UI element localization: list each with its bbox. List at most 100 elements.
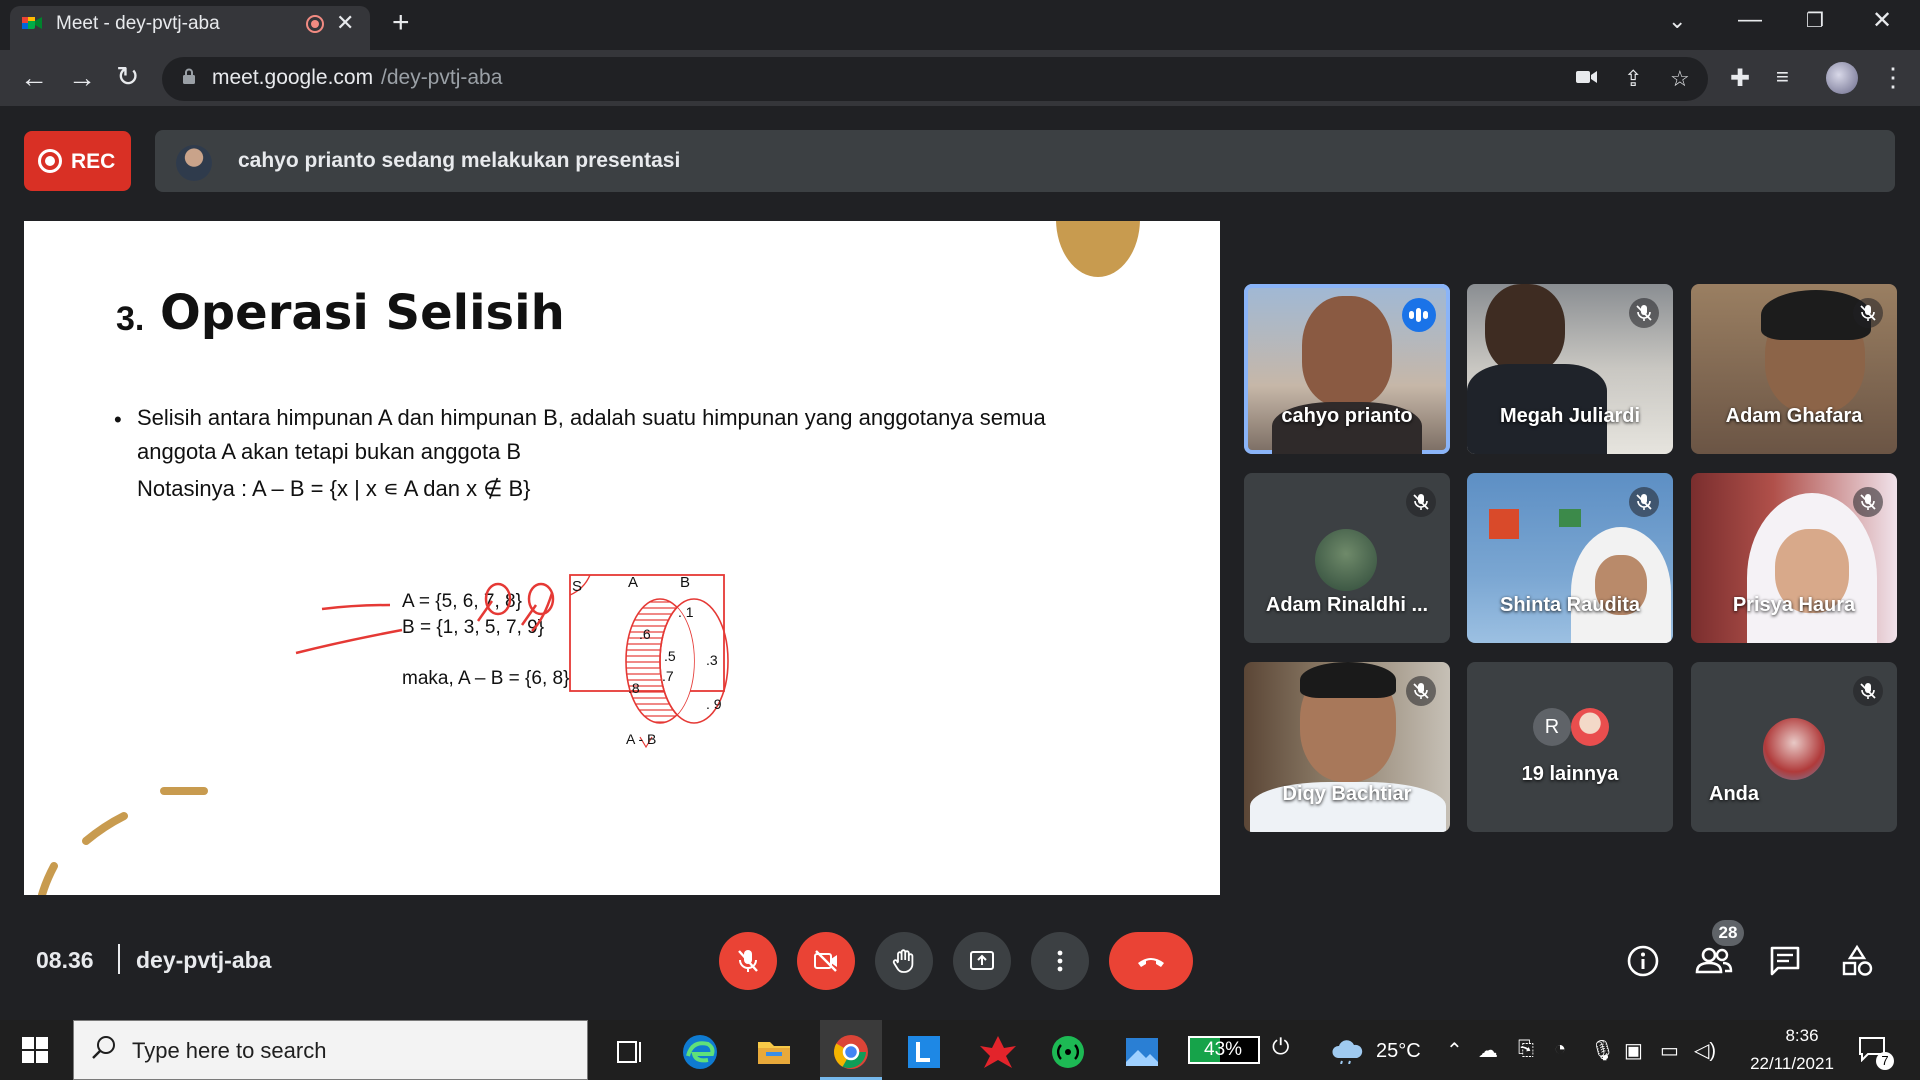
- windows-start-icon[interactable]: [22, 1037, 48, 1068]
- notification-count-badge: 7: [1876, 1052, 1894, 1070]
- venn-element: .8: [628, 680, 640, 696]
- info-icon: [1627, 945, 1659, 977]
- extensions-puzzle-icon[interactable]: ✚: [1730, 64, 1750, 93]
- venn-element: .6: [639, 626, 651, 642]
- tab-title: Meet - dey-pvtj-aba: [56, 13, 220, 34]
- chat-icon: [1770, 946, 1800, 976]
- camera-toggle-button[interactable]: [797, 932, 855, 990]
- weather-cloud-icon[interactable]: [1330, 1036, 1364, 1069]
- battery-percentage: 43%: [1204, 1039, 1243, 1060]
- bookmark-star-icon[interactable]: ☆: [1670, 66, 1690, 92]
- browser-menu-icon[interactable]: ⋮: [1880, 62, 1906, 93]
- participant-tile[interactable]: Shinta Raudita: [1467, 473, 1673, 643]
- more-options-button[interactable]: [1031, 932, 1089, 990]
- presentation-banner-text: cahyo prianto sedang melakukan presentas…: [238, 149, 681, 172]
- system-clock-time[interactable]: 8:36: [1762, 1026, 1842, 1046]
- forward-arrow-icon[interactable]: →: [68, 62, 96, 94]
- recording-indicator-icon: [306, 15, 324, 33]
- participant-tile[interactable]: Adam Ghafara: [1691, 284, 1897, 454]
- activities-button[interactable]: [1840, 944, 1874, 983]
- battery-tray-icon[interactable]: ▭: [1660, 1038, 1679, 1063]
- record-icon: [38, 149, 62, 173]
- meeting-details-button[interactable]: [1626, 944, 1660, 983]
- window-restore-icon[interactable]: ❐: [1806, 8, 1824, 33]
- self-tile[interactable]: Anda: [1691, 662, 1897, 832]
- green-app-icon[interactable]: [1046, 1030, 1090, 1074]
- meeting-code: dey-pvtj-aba: [136, 947, 272, 973]
- photos-icon[interactable]: [1120, 1030, 1164, 1074]
- display-icon[interactable]: ▣: [1624, 1038, 1643, 1063]
- participant-video: [1300, 662, 1396, 698]
- participant-name: Shinta Raudita: [1499, 594, 1640, 616]
- muted-mic-icon: [1853, 298, 1883, 328]
- red-app-icon[interactable]: [976, 1030, 1020, 1074]
- venn-difference-label: A - B: [626, 731, 656, 747]
- chrome-icon[interactable]: [829, 1030, 873, 1074]
- participant-tile[interactable]: Megah Juliardi: [1467, 284, 1673, 454]
- task-view-icon[interactable]: [608, 1030, 652, 1074]
- share-icon[interactable]: ⇪: [1624, 66, 1642, 92]
- annotation-stroke: [520, 604, 538, 626]
- window-close-icon[interactable]: ✕: [1872, 6, 1892, 35]
- participant-name: Anda: [1709, 783, 1759, 805]
- chat-button[interactable]: [1768, 944, 1802, 983]
- venn-set-a-label: A: [628, 574, 638, 591]
- participant-video: [1489, 509, 1519, 539]
- back-arrow-icon[interactable]: ←: [20, 62, 48, 94]
- reload-icon[interactable]: ↻: [116, 60, 139, 93]
- present-now-button[interactable]: [953, 932, 1011, 990]
- leave-call-button[interactable]: [1109, 932, 1193, 990]
- raise-hand-button[interactable]: [875, 932, 933, 990]
- participant-name: Megah Juliardi: [1499, 405, 1641, 427]
- more-participants-tile[interactable]: R 19 lainnya: [1467, 662, 1673, 832]
- muted-mic-icon: [1406, 487, 1436, 517]
- tab-search-icon[interactable]: ⌄: [1668, 8, 1686, 34]
- annotation-stroke: [321, 603, 391, 611]
- wifi-icon[interactable]: ◔: [1554, 1038, 1566, 1061]
- slide-decoration-dash: [82, 812, 128, 845]
- media-control-icon[interactable]: ≡: [1776, 64, 1789, 90]
- meet-now-icon[interactable]: ⎘: [1518, 1038, 1534, 1061]
- muted-mic-icon: [1853, 676, 1883, 706]
- participant-tile[interactable]: Diqy Bachtiar: [1244, 662, 1450, 832]
- venn-element: . 9: [706, 696, 722, 712]
- venn-element: . 1: [678, 604, 694, 620]
- presenter-avatar: [176, 145, 212, 181]
- presentation-slide: 3. Operasi Selisih • Selisih antara himp…: [24, 221, 1220, 895]
- meeting-clock: 08.36: [36, 947, 94, 973]
- participant-tile[interactable]: cahyo prianto: [1244, 284, 1450, 454]
- slide-decoration-dash: [38, 862, 58, 895]
- people-button[interactable]: [1695, 944, 1733, 983]
- participant-name: cahyo prianto: [1281, 405, 1413, 427]
- microphone-toggle-button[interactable]: [719, 932, 777, 990]
- tab-close-icon[interactable]: ✕: [336, 10, 354, 36]
- url-path: /dey-pvtj-aba: [381, 66, 503, 89]
- participant-tile[interactable]: Prisya Haura: [1691, 473, 1897, 643]
- tray-overflow-chevron-icon[interactable]: ⌃: [1446, 1038, 1463, 1063]
- system-clock-date[interactable]: 22/11/2021: [1734, 1054, 1850, 1074]
- participant-name: Adam Ghafara: [1725, 405, 1863, 427]
- camera-permission-icon[interactable]: [1576, 66, 1598, 92]
- participant-avatar: [1571, 708, 1609, 746]
- profile-avatar[interactable]: [1826, 62, 1858, 94]
- weather-temperature[interactable]: 25°C: [1376, 1040, 1421, 1063]
- annotation-circle: [484, 582, 512, 616]
- onedrive-cloud-icon[interactable]: ☁: [1478, 1038, 1498, 1063]
- volume-icon[interactable]: ◁): [1694, 1038, 1716, 1063]
- new-tab-button[interactable]: +: [392, 6, 410, 40]
- l-app-icon[interactable]: [902, 1030, 946, 1074]
- participant-name: Prisya Haura: [1732, 594, 1856, 616]
- taskbar-search-placeholder: Type here to search: [132, 1038, 327, 1063]
- people-icon: [1695, 947, 1733, 974]
- window-minimize-icon[interactable]: —: [1738, 6, 1762, 34]
- participant-name: Adam Rinaldhi ...: [1265, 594, 1429, 616]
- file-explorer-icon[interactable]: [752, 1030, 796, 1074]
- lock-icon[interactable]: [182, 68, 196, 84]
- mic-off-icon: [738, 950, 758, 972]
- more-participants-label: 19 lainnya: [1521, 763, 1619, 785]
- edge-browser-icon[interactable]: [678, 1030, 722, 1074]
- participant-video: [1559, 509, 1581, 527]
- participant-tile[interactable]: Adam Rinaldhi ...: [1244, 473, 1450, 643]
- muted-mic-icon: [1406, 676, 1436, 706]
- microphone-tray-icon[interactable]: 🎙: [1590, 1038, 1615, 1063]
